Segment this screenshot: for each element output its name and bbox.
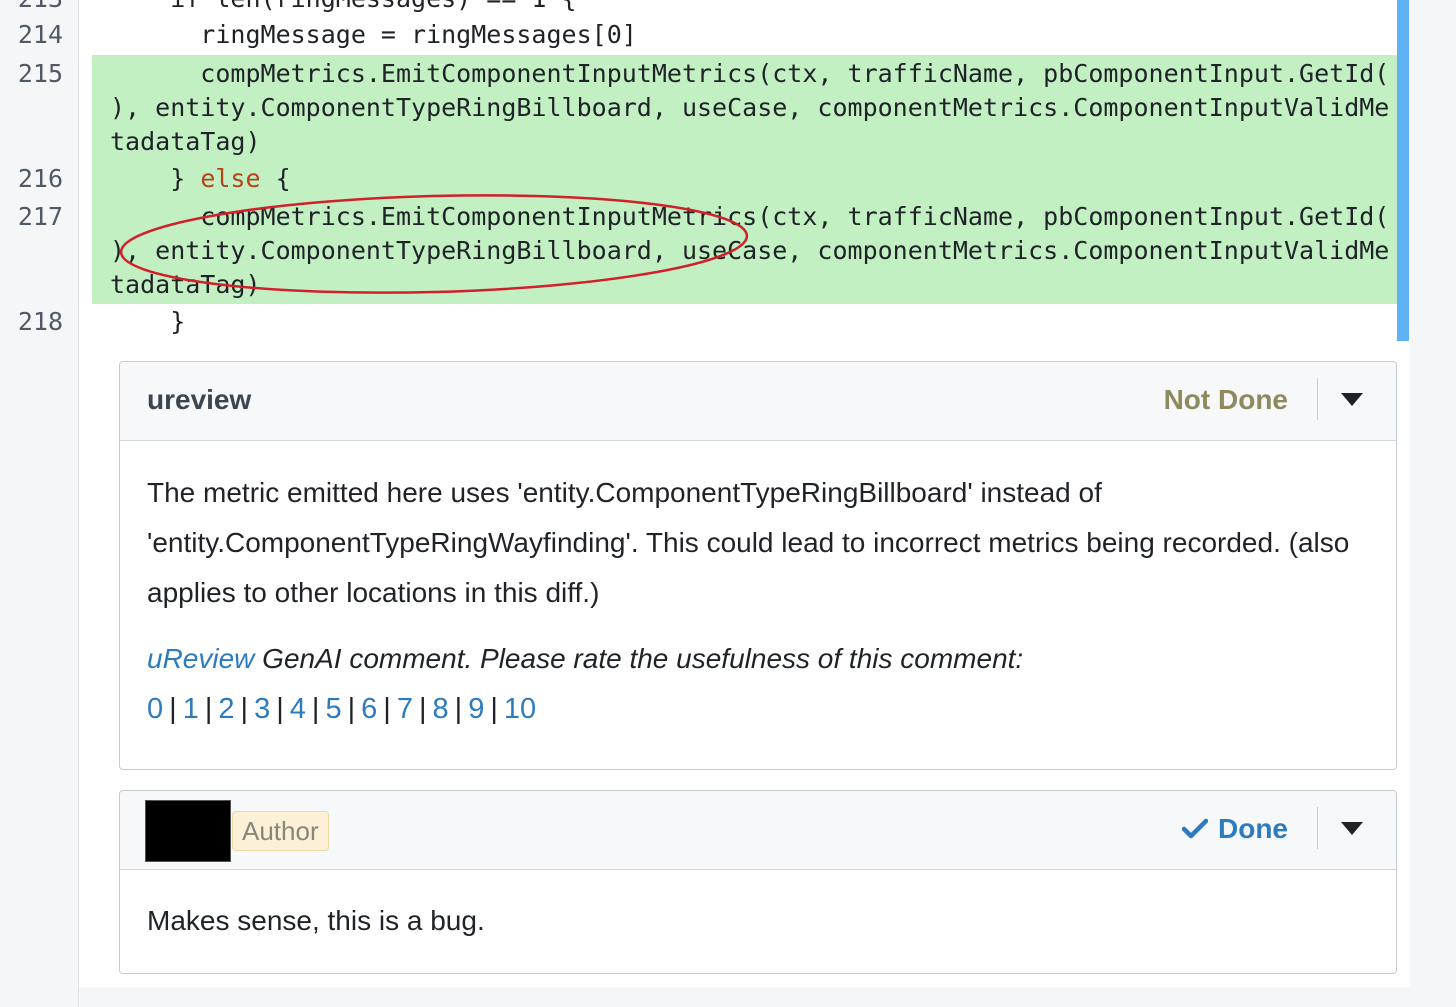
rating-7-link[interactable]: 7 bbox=[397, 693, 413, 725]
rating-separator: | bbox=[240, 693, 249, 725]
rating-10-link[interactable]: 10 bbox=[504, 693, 536, 725]
rating-separator: | bbox=[454, 693, 463, 725]
right-margin bbox=[1410, 0, 1456, 1007]
genai-note: uReview GenAI comment. Please rate the u… bbox=[147, 639, 1369, 679]
rating-separator: | bbox=[169, 693, 177, 725]
code-line: 214 ringMessage = ringMessages[0] bbox=[0, 18, 1397, 52]
rating-separator: | bbox=[311, 693, 320, 725]
diff-scroll-marker[interactable] bbox=[1397, 0, 1409, 341]
code-text: { bbox=[260, 164, 291, 193]
comment-header: ureview Not Done bbox=[120, 362, 1396, 441]
keyword-else: else bbox=[200, 164, 261, 193]
rating-4-link[interactable]: 4 bbox=[290, 693, 306, 725]
rating-0-link[interactable]: 0 bbox=[147, 693, 163, 725]
status-done-button[interactable]: Done bbox=[1182, 813, 1288, 845]
author-badge: Author bbox=[232, 811, 329, 851]
reply-comment-card: Author Done Makes sense, this is a bug. bbox=[119, 790, 1397, 974]
rating-separator: | bbox=[204, 693, 213, 725]
rating-9-link[interactable]: 9 bbox=[468, 693, 484, 725]
comment-body: The metric emitted here uses 'entity.Com… bbox=[120, 441, 1396, 729]
code-text: compMetrics.EmitComponentInputMetrics(ct… bbox=[110, 59, 1390, 156]
code-line-added: 216 } else { bbox=[0, 160, 1397, 198]
chevron-down-icon[interactable] bbox=[1341, 822, 1363, 835]
status-label: Done bbox=[1218, 813, 1288, 844]
code-text: ringMessage = ringMessages[0] bbox=[110, 20, 637, 49]
line-number: 213 bbox=[0, 0, 63, 16]
comment-author: ureview bbox=[147, 384, 252, 415]
header-divider bbox=[1317, 378, 1318, 420]
code-text: compMetrics.EmitComponentInputMetrics(ct… bbox=[110, 202, 1390, 299]
rating-8-link[interactable]: 8 bbox=[433, 693, 449, 725]
rating-3-link[interactable]: 3 bbox=[254, 693, 270, 725]
rating-separator: | bbox=[418, 693, 427, 725]
comment-body: Makes sense, this is a bug. bbox=[120, 870, 1396, 941]
bottom-margin bbox=[79, 987, 1410, 1007]
line-number: 215 bbox=[17, 59, 63, 88]
rating-2-link[interactable]: 2 bbox=[218, 693, 234, 725]
code-line: 213 if len(ringMessages) == 1 { bbox=[0, 0, 1397, 16]
line-number: 216 bbox=[17, 164, 63, 193]
comment-header: Author Done bbox=[120, 791, 1396, 870]
code-line-added: 215 compMetrics.EmitComponentInputMetric… bbox=[0, 55, 1397, 160]
rating-6-link[interactable]: 6 bbox=[361, 693, 377, 725]
code-line-added: 217 compMetrics.EmitComponentInputMetric… bbox=[0, 198, 1397, 304]
rating-separator: | bbox=[347, 693, 356, 725]
line-number: 218 bbox=[17, 307, 63, 336]
comment-text: Makes sense, this is a bug. bbox=[147, 905, 485, 936]
line-number: 214 bbox=[17, 20, 63, 49]
line-number: 217 bbox=[17, 202, 63, 231]
rating-separator: | bbox=[490, 693, 498, 725]
check-icon bbox=[1182, 818, 1208, 839]
code-line: 218 } bbox=[0, 305, 1397, 339]
code-text: } bbox=[110, 307, 186, 336]
rating-links: 0 | 1 | 2 | 3 | 4 | 5 | 6 | 7 | 8 | 9 | 10 bbox=[147, 689, 1369, 729]
ureview-link[interactable]: uReview bbox=[147, 643, 254, 674]
status-not-done-button[interactable]: Not Done bbox=[1164, 384, 1288, 416]
review-comment-card: ureview Not Done The metric emitted here… bbox=[119, 361, 1397, 770]
rating-1-link[interactable]: 1 bbox=[183, 693, 199, 725]
code-text: if len(ringMessages) == 1 { bbox=[110, 0, 576, 16]
rating-separator: | bbox=[383, 693, 391, 725]
code-text: } bbox=[110, 164, 201, 193]
chevron-down-icon[interactable] bbox=[1341, 393, 1363, 406]
rating-5-link[interactable]: 5 bbox=[325, 693, 341, 725]
rating-separator: | bbox=[276, 693, 284, 725]
comment-text: The metric emitted here uses 'entity.Com… bbox=[147, 477, 1350, 608]
genai-note-text: GenAI comment. Please rate the usefulnes… bbox=[254, 643, 1024, 674]
header-divider bbox=[1317, 807, 1318, 849]
avatar[interactable] bbox=[145, 800, 231, 862]
